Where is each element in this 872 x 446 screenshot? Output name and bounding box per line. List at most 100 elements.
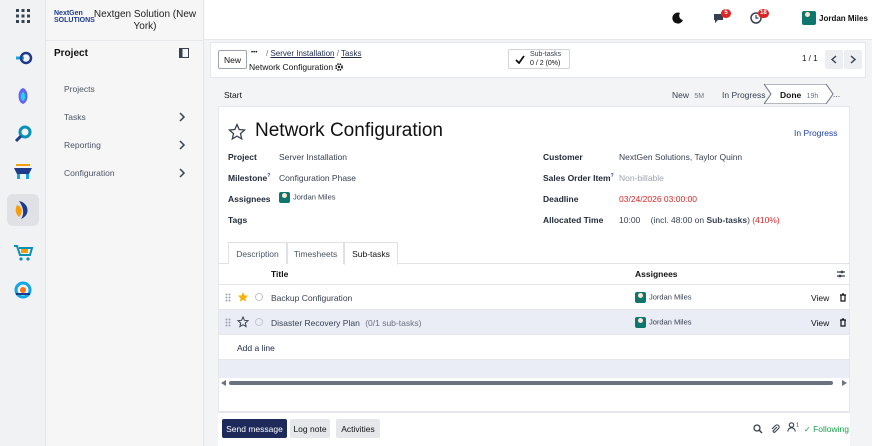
row-view-button[interactable]: View [811,318,829,328]
field-label-deadline: Deadline [543,194,579,204]
field-deadline[interactable]: 03/24/2026 03:00:00 [619,194,697,204]
field-milestone[interactable]: Configuration Phase [279,173,356,183]
chevron-right-icon [179,112,186,122]
crm-app-icon[interactable] [7,80,39,112]
row-view-button[interactable]: View [811,293,829,303]
breadcrumb-tasks[interactable]: Tasks [341,49,361,58]
row-title[interactable]: Backup Configuration [271,293,352,303]
pager-value[interactable]: 1 / 1 [802,54,818,63]
star-icon[interactable] [228,123,246,141]
row-title[interactable]: Disaster Recovery Plan (0/1 sub-tasks) [271,318,421,328]
side-divider [46,40,204,41]
task-title[interactable]: Network Configuration [255,120,443,142]
field-label-sales-order-item: Sales Order Item? [543,173,614,183]
chevron-left-icon [830,55,837,64]
activities-icon[interactable]: 18 [750,9,769,26]
project-app-icon[interactable] [7,194,39,226]
field-assignees[interactable]: Jordan Miles [279,192,336,203]
apps-menu-icon[interactable] [16,9,30,25]
star-filled-icon[interactable] [237,291,249,303]
stage-in-progress[interactable]: In Progress [722,90,765,100]
side-item-reporting[interactable]: Reporting [46,134,204,156]
app-rail [0,0,46,446]
field-project[interactable]: Server Installation [279,152,347,162]
record-title: Network Configuration [249,62,344,72]
scroll-right-icon[interactable] [842,380,847,386]
column-assignees[interactable]: Assignees [635,269,678,279]
side-menu-title: Project [54,48,88,59]
trash-icon[interactable] [839,318,847,327]
column-title[interactable]: Title [271,269,288,279]
breadcrumb-project[interactable]: Server Installation [270,49,334,58]
task-state[interactable]: In Progress [794,128,837,138]
status-dot[interactable] [255,293,263,301]
help-icon[interactable]: ? [611,173,614,179]
top-bar: 5 18 Jordan Miles [204,0,872,40]
control-panel: New ••• / Server Installation / Tasks Ne… [210,42,866,78]
user-menu[interactable]: Jordan Miles [802,11,868,25]
assignee-avatar [279,192,290,203]
search-app-icon[interactable] [7,118,39,150]
subtasks-smart-button[interactable]: Sub-tasks 0 / 2 (0%) [508,49,570,69]
optional-columns-icon[interactable] [836,269,846,279]
scroll-left-icon[interactable] [221,380,226,386]
stage-more-button[interactable]: ... [833,89,840,99]
row-subtask-count: (0/1 sub-tasks) [365,318,422,328]
dark-mode-icon[interactable] [672,12,684,26]
ecommerce-app-icon[interactable] [7,236,39,268]
field-label-customer: Customer [543,152,583,162]
allocated-value: 10:00 [619,215,641,225]
start-button[interactable]: Start [224,90,242,100]
field-customer[interactable]: NextGen Solutions, Taylor Quinn [619,152,742,162]
status-dot[interactable] [255,318,263,326]
horizontal-scrollbar[interactable] [219,378,849,388]
side-item-tasks[interactable]: Tasks [46,106,204,128]
send-message-button[interactable]: Send message [222,419,287,438]
drag-handle-icon[interactable] [225,293,231,302]
star-icon[interactable] [237,316,249,328]
gear-icon[interactable] [335,63,344,71]
table-row[interactable]: Disaster Recovery Plan (0/1 sub-tasks) J… [219,310,849,335]
subtasks-count: 0 / 2 (0%) [530,60,561,67]
activities-button[interactable]: Activities [336,419,380,438]
log-note-button[interactable]: Log note [290,419,330,438]
milestone-label-text: Milestone [228,173,268,183]
support-app-icon[interactable] [7,274,39,306]
scrollbar-thumb[interactable] [229,381,833,385]
drag-handle-icon[interactable] [225,318,231,327]
allocated-percent: (410%) [752,215,780,225]
stage-done[interactable]: Done 19h [780,90,818,100]
field-tags[interactable] [279,215,479,226]
field-allocated-time[interactable]: 10:00 (incl. 48:00 on Sub-tasks) (410%) [619,215,780,225]
help-icon[interactable]: ? [267,173,270,179]
discuss-app-icon[interactable] [7,42,39,74]
breadcrumb: / Server Installation / Tasks [266,49,362,58]
side-item-configuration[interactable]: Configuration [46,162,204,184]
tab-description[interactable]: Description [228,242,287,264]
paperclip-icon[interactable] [770,424,780,434]
new-button[interactable]: New [218,50,247,69]
followers-button[interactable]: 1 [787,422,799,432]
following-button[interactable]: ✓ Following [804,424,849,434]
pager-previous-button[interactable] [825,50,843,69]
row-assignee[interactable]: Jordan Miles [635,292,692,303]
toggle-sidebar-icon[interactable] [179,48,189,60]
row-assignee[interactable]: Jordan Miles [635,317,692,328]
sales-app-icon[interactable] [7,156,39,188]
side-item-projects[interactable]: Projects [46,78,204,100]
tab-sub-tasks[interactable]: Sub-tasks [344,242,398,265]
pager-next-button[interactable] [844,50,862,69]
messages-icon[interactable]: 5 [713,9,731,26]
chatter-bar: Send message Log note Activities 1 ✓ Fol… [218,412,850,446]
check-icon: ✓ [804,425,811,434]
stage-new[interactable]: New 5M [672,90,704,100]
add-line-link[interactable]: Add a line [237,343,275,353]
breadcrumb-more[interactable]: ••• [251,50,257,56]
field-sales-order-item[interactable]: Non-billable [619,173,664,183]
search-icon[interactable] [753,424,763,434]
company-name[interactable]: Nextgen Solution (New York) [90,9,200,33]
tab-timesheets[interactable]: Timesheets [287,242,344,264]
table-row[interactable]: Backup Configuration Jordan Miles View [219,285,849,310]
field-label-allocated-time: Allocated Time [543,215,604,225]
trash-icon[interactable] [839,293,847,302]
